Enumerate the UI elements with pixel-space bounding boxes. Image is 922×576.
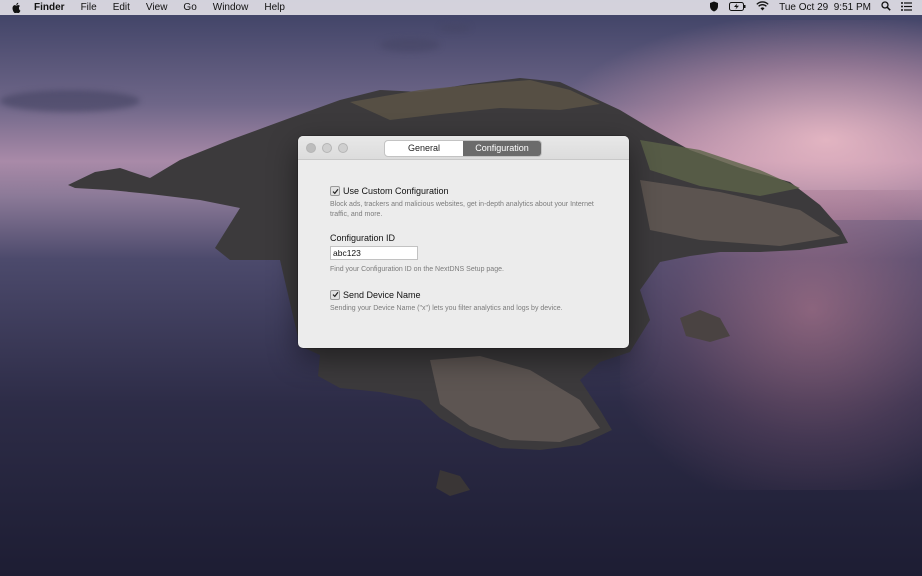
use-custom-config-row[interactable]: Use Custom Configuration (330, 186, 600, 196)
preferences-window: General Configuration Use Custom Configu… (298, 136, 629, 348)
menu-file[interactable]: File (73, 0, 105, 15)
send-device-name-label[interactable]: Send Device Name (343, 290, 421, 300)
menu-app-finder[interactable]: Finder (26, 0, 73, 15)
tab-general[interactable]: General (385, 141, 463, 156)
window-controls (306, 143, 348, 153)
menu-view[interactable]: View (138, 0, 176, 15)
menu-edit[interactable]: Edit (105, 0, 138, 15)
tab-configuration[interactable]: Configuration (463, 141, 541, 156)
zoom-button[interactable] (338, 143, 348, 153)
desktop-cloud (440, 24, 470, 32)
spotlight-search-icon[interactable] (881, 1, 891, 14)
desktop-cloud (380, 38, 440, 52)
checkmark-icon (332, 291, 338, 298)
window-titlebar[interactable]: General Configuration (298, 136, 629, 160)
minimize-button[interactable] (322, 143, 332, 153)
apple-menu-icon[interactable] (8, 0, 24, 15)
battery-charging-icon[interactable] (729, 1, 746, 14)
use-custom-config-label[interactable]: Use Custom Configuration (343, 186, 449, 196)
send-device-name-description: Sending your Device Name ("x") lets you … (330, 304, 563, 312)
configuration-panel: Use Custom Configuration Block ads, trac… (330, 186, 600, 313)
menu-window[interactable]: Window (205, 0, 257, 15)
menu-help[interactable]: Help (256, 0, 293, 15)
tab-segmented-control: General Configuration (384, 140, 542, 157)
menu-bar: Finder File Edit View Go Window Help Tue… (0, 0, 922, 15)
send-device-name-checkbox[interactable] (330, 289, 340, 300)
notification-center-icon[interactable] (901, 1, 912, 14)
use-custom-config-checkbox[interactable] (330, 186, 340, 196)
configuration-id-label: Configuration ID (330, 233, 396, 243)
close-button[interactable] (306, 143, 316, 153)
configuration-id-help: Find your Configuration ID on the NextDN… (330, 266, 504, 273)
checkmark-icon (332, 188, 338, 194)
shield-icon[interactable] (709, 1, 719, 15)
menu-go[interactable]: Go (175, 0, 204, 15)
send-device-name-row[interactable]: Send Device Name (330, 289, 600, 300)
wifi-icon[interactable] (756, 1, 769, 14)
configuration-id-input[interactable] (330, 246, 418, 260)
menu-clock[interactable]: Tue Oct 29 9:51 PM (779, 2, 871, 13)
use-custom-config-description: Block ads, trackers and malicious websit… (330, 201, 594, 218)
